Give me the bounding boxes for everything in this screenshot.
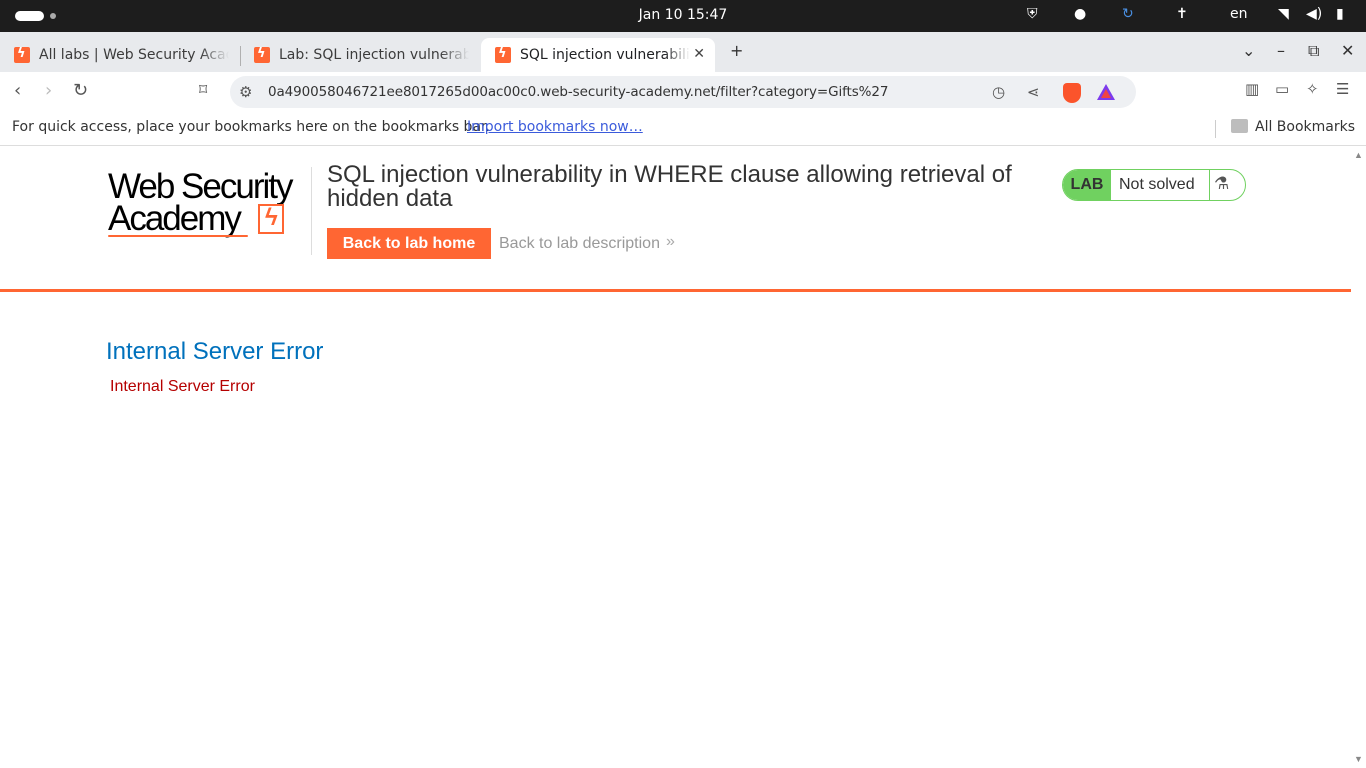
browser-toolbar: ‹ › ↻ ⌑ ⚙ 0a490058046721ee8017265d00ac00… [0, 72, 1366, 112]
error-heading: Internal Server Error [106, 338, 324, 365]
bookmarks-bar: For quick access, place your bookmarks h… [0, 112, 1366, 146]
flask-icon: ⚗ [1214, 174, 1230, 194]
tab-strip: All labs | Web Security Academy Lab: SQL… [0, 32, 1366, 72]
close-window-icon[interactable]: ✕ [1341, 41, 1354, 60]
bookmarks-separator [1215, 120, 1216, 138]
sidebar-icon[interactable]: ▥ [1245, 80, 1259, 98]
wallet-icon[interactable]: ▭ [1275, 80, 1289, 98]
reload-icon[interactable]: ↻ [73, 80, 88, 101]
web-security-academy-logo[interactable]: Web Security Academy ϟ [108, 167, 308, 239]
favicon-icon [14, 46, 30, 63]
battery-icon[interactable]: ▮ [1336, 6, 1344, 22]
lab-status-divider [1209, 170, 1210, 200]
tab-title: Lab: SQL injection vulnerability in WHER… [279, 47, 469, 63]
refresh-icon[interactable]: ↻ [1122, 6, 1134, 22]
double-chevron-right-icon[interactable]: » [666, 233, 675, 251]
os-top-bar: Jan 10 15:47 ⛨ ● ↻ ✝ en ◥ ◀) ▮ [0, 0, 1366, 32]
volume-icon[interactable]: ◀) [1306, 6, 1322, 22]
page-scrollbar[interactable] [1351, 147, 1366, 768]
url-text[interactable]: 0a490058046721ee8017265d00ac00c0.web-sec… [268, 84, 888, 100]
close-tab-icon[interactable]: ✕ [693, 46, 705, 62]
address-bar[interactable]: ⚙ 0a490058046721ee8017265d00ac00c0.web-s… [230, 76, 1136, 108]
favicon-icon [495, 46, 511, 63]
new-tab-icon[interactable]: + [730, 41, 743, 60]
clock[interactable]: Jan 10 15:47 [0, 7, 1366, 23]
maximize-icon[interactable]: ⧉ [1308, 41, 1319, 61]
minimize-icon[interactable]: – [1277, 41, 1285, 60]
brave-rewards-icon[interactable] [1097, 84, 1115, 100]
lab-badge: LAB [1063, 170, 1111, 200]
brave-shields-icon[interactable] [1063, 83, 1081, 103]
shield-icon[interactable]: ⛨ [1027, 6, 1038, 22]
tab-all-labs[interactable]: All labs | Web Security Academy [0, 38, 240, 72]
error-message: Internal Server Error [110, 378, 255, 395]
all-bookmarks-button[interactable]: All Bookmarks [1255, 119, 1355, 135]
scroll-down-icon[interactable]: ▼ [1354, 754, 1363, 764]
tab-search-chevron-icon[interactable]: ⌄ [1242, 41, 1255, 60]
lab-status-text: Not solved [1119, 176, 1195, 193]
tab-title: All labs | Web Security Academy [39, 47, 229, 63]
tab-title: SQL injection vulnerability in WHERE cla… [520, 47, 690, 63]
forward-icon[interactable]: › [45, 80, 52, 101]
back-icon[interactable]: ‹ [14, 80, 21, 101]
menu-icon[interactable]: ☰ [1336, 80, 1349, 98]
leo-ai-icon[interactable]: ✧ [1306, 80, 1319, 98]
keyboard-language[interactable]: en [1230, 6, 1248, 22]
tab-lab-description[interactable]: Lab: SQL injection vulnerability in WHER… [240, 38, 480, 72]
lightning-bolt-icon: ϟ [265, 204, 278, 231]
import-bookmarks-link[interactable]: Import bookmarks now… [467, 119, 643, 135]
logo-line-2: Academy [108, 199, 242, 238]
accessibility-icon[interactable]: ✝ [1176, 6, 1188, 22]
page-content: Web Security Academy ϟ SQL injection vul… [0, 147, 1351, 768]
site-settings-icon[interactable]: ⚙ [239, 83, 252, 101]
bookmarks-hint: For quick access, place your bookmarks h… [12, 119, 490, 135]
header-divider [311, 167, 312, 255]
bookmark-icon[interactable]: ⌑ [199, 80, 207, 99]
folder-icon [1231, 119, 1248, 133]
history-icon[interactable]: ◷ [992, 83, 1005, 101]
back-to-lab-home-button[interactable]: Back to lab home [327, 228, 491, 259]
tab-active-lab[interactable]: SQL injection vulnerability in WHERE cla… [481, 38, 715, 72]
wifi-icon[interactable]: ◥ [1278, 6, 1289, 22]
back-to-lab-description-link[interactable]: Back to lab description [499, 235, 660, 253]
share-icon[interactable]: ⋖ [1027, 83, 1040, 101]
globe-icon[interactable]: ● [1074, 6, 1086, 22]
scroll-up-icon[interactable]: ▲ [1354, 150, 1363, 160]
lab-title: SQL injection vulnerability in WHERE cla… [327, 161, 1012, 212]
logo-underline [108, 235, 248, 237]
favicon-icon [254, 46, 270, 63]
header-rule [0, 289, 1351, 292]
lab-status-widget: LAB Not solved ⚗ [1062, 169, 1246, 201]
